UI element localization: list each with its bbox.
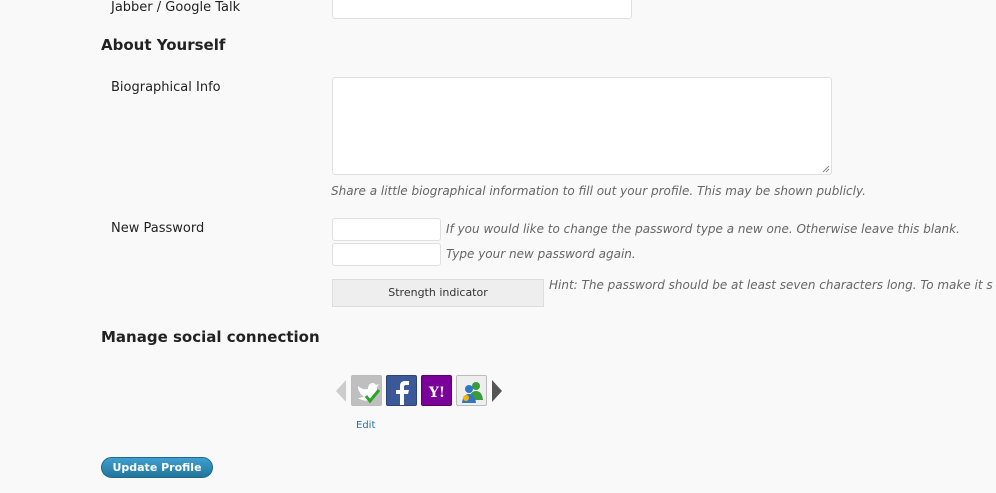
twitter-icon[interactable] — [351, 375, 382, 406]
yahoo-logo-text: Y! — [428, 385, 445, 401]
edit-social-link[interactable]: Edit — [356, 420, 375, 431]
new-password-label: New Password — [111, 221, 205, 236]
repeat-password-input[interactable] — [332, 243, 441, 266]
repeat-password-description: Type your new password again. — [446, 247, 636, 261]
biographical-info-description: Share a little biographical information … — [331, 184, 866, 198]
facebook-icon[interactable] — [386, 375, 417, 406]
jabber-input[interactable] — [332, 0, 632, 19]
messenger-icon[interactable] — [456, 375, 487, 406]
jabber-label: Jabber / Google Talk — [111, 0, 241, 15]
biographical-info-textarea[interactable] — [332, 77, 832, 175]
biographical-info-label: Biographical Info — [111, 80, 221, 95]
carousel-next-arrow-icon[interactable] — [492, 380, 502, 402]
social-connection-heading: Manage social connection — [101, 328, 320, 346]
password-hint: Hint: The password should be at least se… — [549, 278, 993, 292]
about-yourself-heading: About Yourself — [101, 36, 226, 54]
twitter-bird-icon — [358, 383, 381, 404]
password-strength-indicator: Strength indicator — [332, 279, 544, 307]
resize-grip-icon[interactable] — [822, 165, 830, 173]
yahoo-icon[interactable]: Y! — [421, 375, 452, 406]
new-password-input[interactable] — [332, 218, 441, 241]
facebook-f-icon — [396, 381, 409, 405]
update-profile-button[interactable]: Update Profile — [101, 457, 213, 478]
new-password-description: If you would like to change the password… — [446, 222, 960, 236]
messenger-buddies-icon — [462, 382, 483, 403]
carousel-prev-arrow-icon[interactable] — [336, 380, 346, 402]
